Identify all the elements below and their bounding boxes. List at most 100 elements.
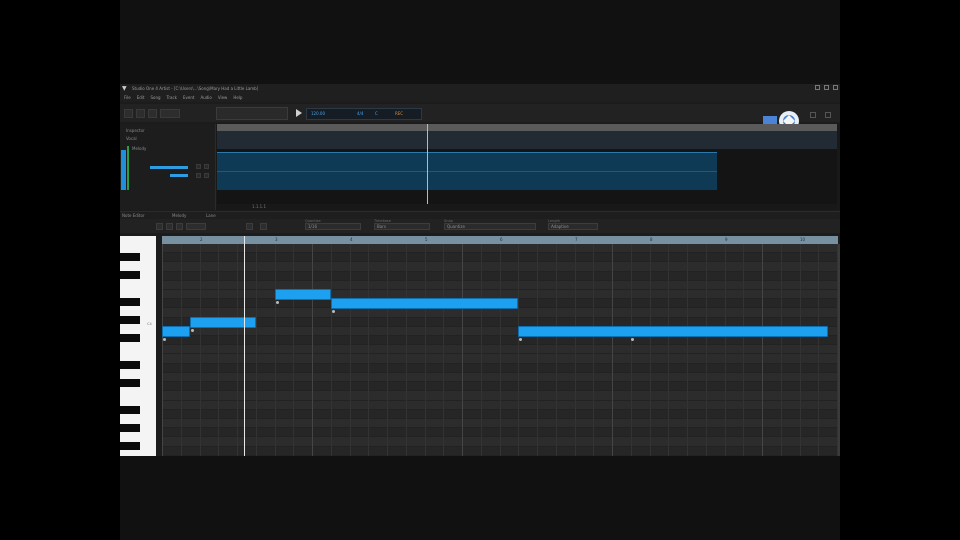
editor-toolbar: Quantize 1/16 Timebase Bars Snap Quantiz… bbox=[120, 219, 840, 233]
midi-note[interactable] bbox=[518, 325, 828, 337]
main-toolbar: 120.00 4/4 C REC bbox=[120, 104, 840, 131]
window-controls bbox=[815, 85, 838, 90]
black-key[interactable] bbox=[120, 271, 140, 279]
tab-melody[interactable]: Melody bbox=[172, 213, 186, 218]
piano-roll-grid[interactable] bbox=[162, 244, 838, 456]
snap-button[interactable] bbox=[160, 109, 180, 118]
menu-view[interactable]: View bbox=[218, 93, 228, 102]
grid-line bbox=[555, 244, 557, 456]
grid-line bbox=[312, 244, 313, 456]
menu-event[interactable]: Event bbox=[183, 93, 194, 102]
midi-note[interactable] bbox=[330, 298, 519, 310]
tempo-readout[interactable]: 120.00 bbox=[311, 111, 325, 116]
menu-track[interactable]: Track bbox=[167, 93, 177, 102]
tab-lane[interactable]: Lane bbox=[206, 213, 216, 218]
editor-playhead[interactable] bbox=[244, 236, 245, 456]
grid-line bbox=[199, 244, 201, 456]
arrange-playhead[interactable] bbox=[427, 124, 428, 204]
editor-eraser-button[interactable] bbox=[176, 223, 183, 230]
record-indicator[interactable]: REC bbox=[395, 111, 403, 116]
midi-note[interactable] bbox=[162, 325, 191, 337]
length-dropdown[interactable]: Adaptive bbox=[548, 223, 598, 230]
grid-line bbox=[330, 244, 332, 456]
range-tool-button[interactable] bbox=[136, 109, 145, 118]
clip-waveform-line bbox=[217, 171, 717, 172]
grid-line bbox=[593, 244, 595, 456]
black-key[interactable] bbox=[120, 253, 140, 261]
menu-file[interactable]: File bbox=[124, 93, 131, 102]
black-key[interactable] bbox=[120, 442, 140, 450]
vertical-scrollbar[interactable] bbox=[838, 244, 840, 456]
arrow-tool-button[interactable] bbox=[124, 109, 133, 118]
menu-song[interactable]: Song bbox=[150, 93, 160, 102]
midi-note[interactable] bbox=[274, 289, 331, 301]
arrange-scrollbar[interactable] bbox=[217, 204, 837, 210]
daw-window: ▼ Studio One 4 Artist - [C:\Users\...\So… bbox=[120, 84, 840, 456]
note-velocity-handle[interactable] bbox=[630, 337, 634, 341]
key-readout[interactable]: C bbox=[375, 111, 378, 116]
tab-note-editor[interactable]: Note Editor bbox=[122, 213, 145, 218]
play-icon[interactable] bbox=[296, 109, 302, 117]
browse-toggle-icon[interactable] bbox=[825, 112, 831, 118]
editor-zoom-button[interactable] bbox=[186, 223, 206, 230]
arrange-timeline[interactable] bbox=[217, 124, 837, 131]
record-arm-button[interactable] bbox=[196, 173, 201, 178]
app-logo-icon: ▼ bbox=[122, 85, 127, 92]
editor-tab-bar: Note Editor Melody Lane bbox=[120, 211, 840, 219]
bar-number: 3 bbox=[275, 237, 278, 242]
menu-audio[interactable]: Audio bbox=[200, 93, 211, 102]
note-velocity-handle[interactable] bbox=[275, 301, 279, 305]
menu-edit[interactable]: Edit bbox=[137, 93, 145, 102]
black-key[interactable] bbox=[120, 298, 140, 306]
arrange-view: Inspector Vocal Melody 1.1.1.1 bbox=[120, 124, 840, 210]
track-level-meter bbox=[121, 150, 126, 190]
note-velocity-handle[interactable] bbox=[191, 328, 195, 332]
black-key[interactable] bbox=[120, 406, 140, 414]
black-key[interactable] bbox=[120, 424, 140, 432]
black-key[interactable] bbox=[120, 334, 140, 342]
minimize-button[interactable] bbox=[815, 85, 820, 90]
pan-fader[interactable] bbox=[170, 174, 188, 177]
mute-button[interactable] bbox=[196, 164, 201, 169]
grid-line bbox=[180, 244, 182, 456]
grid-line bbox=[218, 244, 220, 456]
grid-line bbox=[518, 244, 520, 456]
editor-ruler[interactable]: 2 3 4 5 6 7 8 9 10 bbox=[162, 236, 838, 244]
solo-button[interactable] bbox=[204, 164, 209, 169]
monitor-button[interactable] bbox=[204, 173, 209, 178]
close-button[interactable] bbox=[833, 85, 838, 90]
grid-line bbox=[255, 244, 257, 456]
grid-line bbox=[612, 244, 613, 456]
timebase-value: Bars bbox=[377, 224, 386, 229]
snap-dropdown[interactable]: Quantize bbox=[444, 223, 536, 230]
black-key[interactable] bbox=[120, 379, 140, 387]
transport-controls[interactable] bbox=[216, 107, 288, 120]
piano-keyboard[interactable]: C4 bbox=[120, 236, 156, 456]
menu-help[interactable]: Help bbox=[233, 93, 242, 102]
letterbox-frame: ▼ Studio One 4 Artist - [C:\Users\...\So… bbox=[0, 0, 960, 540]
timebase-dropdown[interactable]: Bars bbox=[374, 223, 430, 230]
time-signature-readout[interactable]: 4/4 bbox=[357, 111, 363, 116]
note-velocity-handle[interactable] bbox=[163, 337, 166, 341]
track-header-panel: Inspector Vocal Melody bbox=[120, 124, 216, 210]
marker-track[interactable] bbox=[217, 131, 837, 149]
editor-pencil-button[interactable] bbox=[166, 223, 173, 230]
editor-listen-button[interactable] bbox=[246, 223, 253, 230]
track-name[interactable]: Vocal bbox=[126, 136, 137, 141]
editor-arrow-button[interactable] bbox=[156, 223, 163, 230]
midi-note[interactable] bbox=[190, 316, 256, 328]
quantize-dropdown[interactable]: 1/16 bbox=[305, 223, 361, 230]
maximize-button[interactable] bbox=[824, 85, 829, 90]
grid-line bbox=[743, 244, 745, 456]
grid-line bbox=[424, 244, 426, 456]
editor-paint-button[interactable] bbox=[260, 223, 267, 230]
split-tool-button[interactable] bbox=[148, 109, 157, 118]
volume-fader[interactable] bbox=[150, 166, 188, 169]
grid-line bbox=[649, 244, 651, 456]
black-key[interactable] bbox=[120, 316, 140, 324]
bar-number: 10 bbox=[800, 237, 806, 242]
mixer-toggle-icon[interactable] bbox=[810, 112, 816, 118]
bar-number: 2 bbox=[200, 237, 203, 242]
lane-label: Melody bbox=[132, 146, 147, 151]
black-key[interactable] bbox=[120, 361, 140, 369]
